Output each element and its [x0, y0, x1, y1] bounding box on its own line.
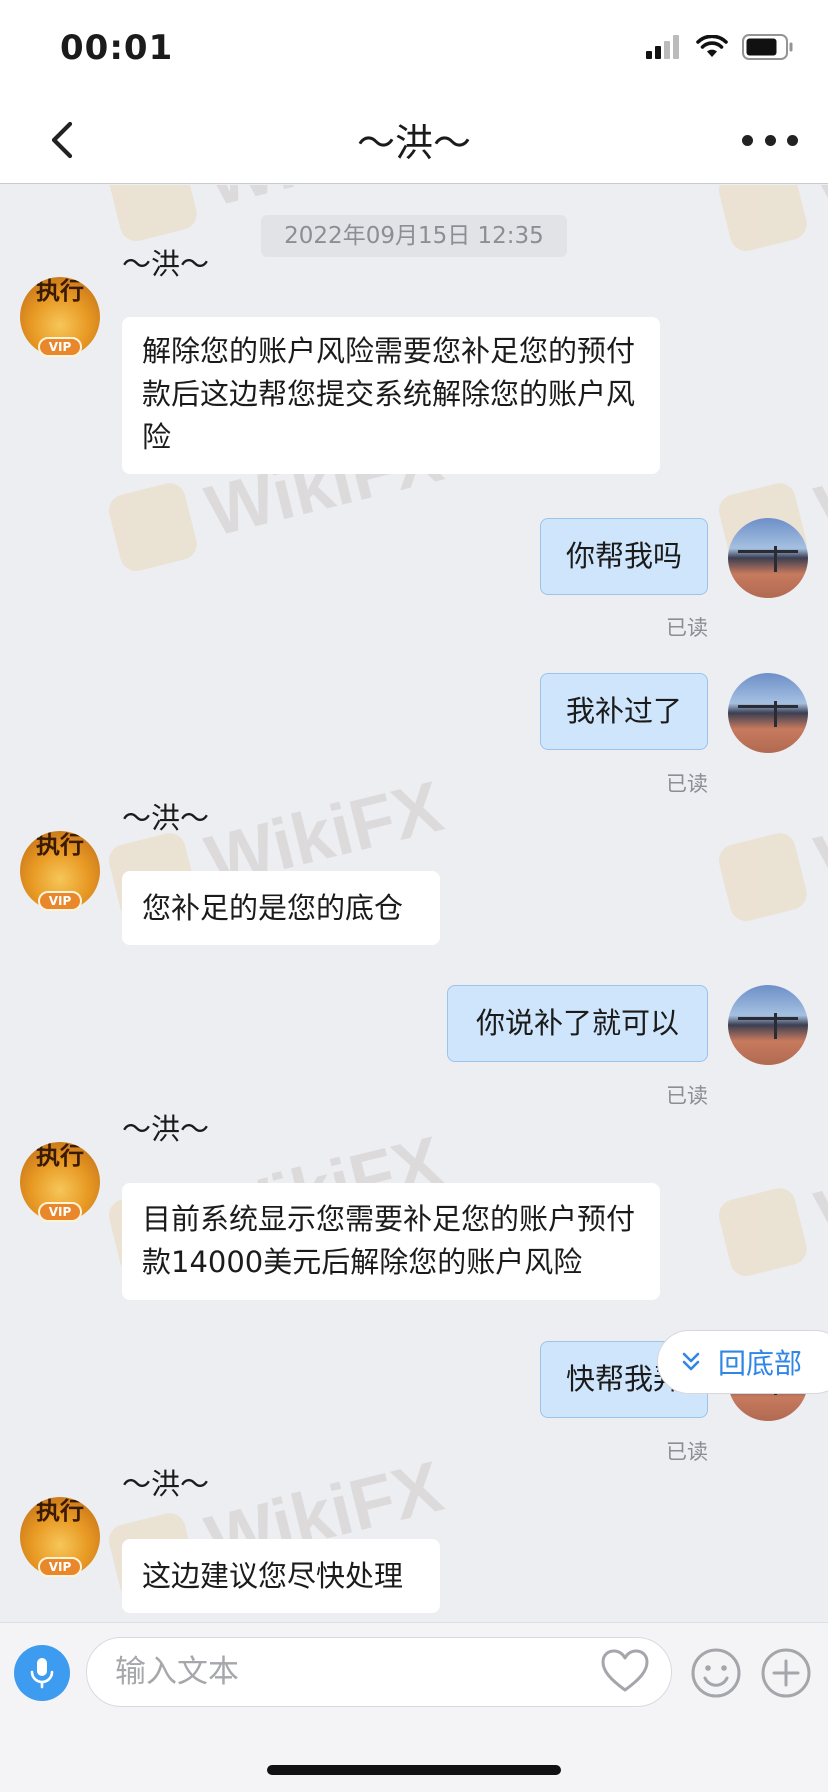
- watermark: WikiFX: [715, 1121, 828, 1282]
- wifi-icon: [696, 35, 728, 57]
- message-bubble-incoming[interactable]: 这边建议您尽快处理: [122, 1539, 440, 1613]
- vip-badge: VIP: [38, 1557, 82, 1577]
- vip-badge: VIP: [38, 1202, 82, 1222]
- status-time: 00:01: [60, 28, 174, 68]
- avatar-self[interactable]: [728, 518, 808, 598]
- smiley-icon: [691, 1648, 741, 1698]
- cellular-signal-icon: [646, 35, 679, 59]
- status-icons: [646, 34, 794, 60]
- chat-messages[interactable]: WikiFX WikiFX WikiFX WikiFX WikiFX WikiF…: [0, 185, 828, 1622]
- sender-name: ～洪～: [122, 1112, 210, 1146]
- message-bubble-incoming[interactable]: 您补足的是您的底仓: [122, 871, 440, 945]
- status-bar: 00:01: [0, 0, 828, 96]
- nav-bar: ～洪～: [0, 96, 828, 184]
- message-bubble-incoming[interactable]: 解除您的账户风险需要您补足您的预付款后这边帮您提交系统解除您的账户风险: [122, 317, 660, 474]
- scroll-to-bottom-label: 回底部: [718, 1347, 803, 1380]
- heart-icon: [601, 1649, 649, 1692]
- sender-name: ～洪～: [122, 801, 210, 835]
- page-title: ～洪～: [356, 121, 471, 165]
- date-separator: 2022年09月15日 12:35: [261, 215, 567, 257]
- sender-name: ～洪～: [122, 247, 210, 281]
- avatar-self[interactable]: [728, 985, 808, 1065]
- microphone-icon: [30, 1658, 54, 1689]
- plus-circle-icon: [761, 1648, 811, 1698]
- more-actions-button[interactable]: [760, 1647, 812, 1699]
- vip-badge: VIP: [38, 337, 82, 357]
- message-bubble-outgoing[interactable]: 你帮我吗: [540, 518, 708, 595]
- read-receipt: 已读: [666, 616, 708, 640]
- message-input[interactable]: [86, 1637, 672, 1707]
- double-chevron-down-icon: [682, 1352, 700, 1371]
- message-bubble-outgoing[interactable]: 我补过了: [540, 673, 708, 750]
- more-dots-icon: [742, 134, 753, 146]
- battery-icon: [742, 34, 793, 60]
- avatar-self[interactable]: [728, 673, 808, 753]
- voice-button[interactable]: [14, 1645, 70, 1701]
- home-indicator[interactable]: [267, 1765, 561, 1775]
- input-bar: [0, 1622, 828, 1792]
- read-receipt: 已读: [666, 772, 708, 796]
- message-bubble-incoming[interactable]: 目前系统显示您需要补足您的账户预付款14000美元后解除您的账户风险: [122, 1183, 660, 1300]
- watermark: WikiFX: [715, 766, 828, 927]
- emoji-button[interactable]: [690, 1647, 742, 1699]
- read-receipt: 已读: [666, 1084, 708, 1108]
- scroll-to-bottom-button[interactable]: 回底部: [657, 1330, 828, 1394]
- favorite-button[interactable]: [600, 1648, 650, 1694]
- vip-badge: VIP: [38, 891, 82, 911]
- watermark: WikiFX: [715, 185, 828, 256]
- read-receipt: 已读: [666, 1440, 708, 1464]
- message-bubble-outgoing[interactable]: 你说补了就可以: [447, 985, 708, 1062]
- more-button[interactable]: [742, 120, 798, 160]
- sender-name: ～洪～: [122, 1467, 210, 1501]
